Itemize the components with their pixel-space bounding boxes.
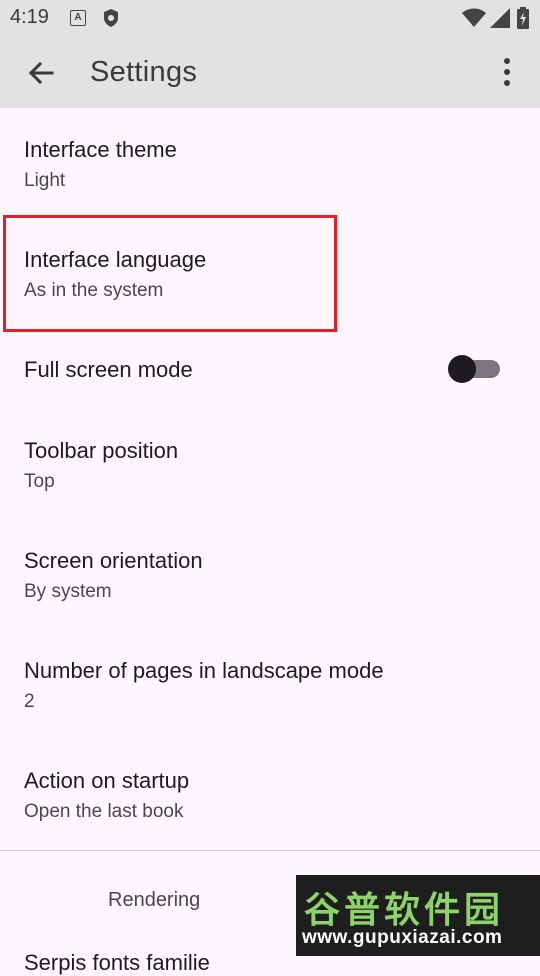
setting-title: Number of pages in landscape mode bbox=[24, 658, 384, 683]
setting-summary: Top bbox=[24, 471, 55, 492]
full-screen-toggle[interactable] bbox=[448, 355, 502, 383]
setting-interface-theme[interactable]: Interface theme Light bbox=[0, 108, 540, 218]
setting-title: Interface language bbox=[24, 247, 207, 272]
setting-screen-orientation[interactable]: Screen orientation By system bbox=[0, 520, 540, 630]
setting-summary: Open the last book bbox=[24, 801, 184, 822]
setting-summary: Light bbox=[24, 170, 66, 191]
setting-title: Action on startup bbox=[24, 768, 190, 793]
setting-partial-item[interactable]: Serpis fonts familie bbox=[24, 950, 210, 976]
setting-pages-landscape[interactable]: Number of pages in landscape mode 2 bbox=[0, 630, 540, 740]
setting-summary: 2 bbox=[24, 691, 35, 712]
status-bar: 4:19 A bbox=[0, 0, 540, 36]
section-header-rendering: Rendering bbox=[108, 889, 201, 911]
setting-title: Screen orientation bbox=[24, 548, 203, 573]
page-title: Settings bbox=[90, 56, 198, 88]
more-vert-icon[interactable] bbox=[494, 56, 520, 90]
setting-title: Interface theme bbox=[24, 137, 177, 162]
watermark-url: www.gupuxiazai.com bbox=[302, 927, 503, 948]
setting-summary: As in the system bbox=[24, 280, 164, 301]
divider bbox=[0, 850, 540, 851]
setting-toolbar-position[interactable]: Toolbar position Top bbox=[0, 410, 540, 520]
wifi-icon bbox=[462, 8, 486, 27]
setting-title: Toolbar position bbox=[24, 438, 179, 463]
shield-icon bbox=[104, 9, 118, 27]
battery-charging-icon bbox=[517, 7, 529, 29]
watermark: 谷普软件园 www.gupuxiazai.com bbox=[296, 875, 540, 956]
setting-interface-language[interactable]: Interface language As in the system bbox=[0, 218, 540, 328]
a-notification-icon: A bbox=[70, 10, 86, 26]
status-time: 4:19 bbox=[10, 6, 49, 28]
app-bar: Settings bbox=[0, 36, 540, 108]
toggle-thumb bbox=[448, 355, 476, 383]
setting-summary: By system bbox=[24, 581, 112, 602]
arrow-back-icon[interactable] bbox=[24, 56, 58, 90]
setting-title: Full screen mode bbox=[24, 357, 193, 382]
setting-action-on-startup[interactable]: Action on startup Open the last book bbox=[0, 740, 540, 850]
watermark-text: 谷普软件园 bbox=[304, 889, 505, 930]
signal-icon bbox=[490, 8, 510, 28]
